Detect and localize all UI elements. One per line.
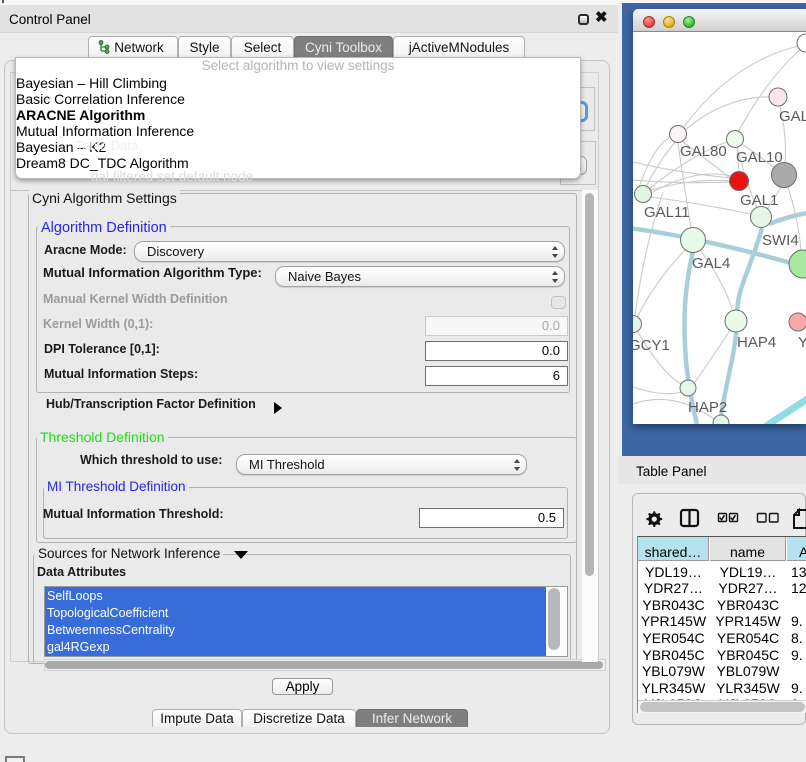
svg-text:SWI4: SWI4 bbox=[762, 232, 799, 249]
svg-text:HAP2: HAP2 bbox=[688, 399, 727, 416]
svg-text:GAL80: GAL80 bbox=[680, 143, 727, 160]
svg-text:Y: Y bbox=[798, 334, 806, 351]
svg-text:GCY1: GCY1 bbox=[633, 337, 670, 354]
svg-text:GAL1: GAL1 bbox=[740, 192, 778, 209]
svg-text:GAL10: GAL10 bbox=[736, 149, 783, 166]
svg-text:GAL11: GAL11 bbox=[644, 204, 690, 221]
svg-text:HAP4: HAP4 bbox=[737, 334, 776, 351]
svg-text:GAL4: GAL4 bbox=[692, 255, 730, 272]
svg-text:GAL7: GAL7 bbox=[779, 108, 806, 125]
